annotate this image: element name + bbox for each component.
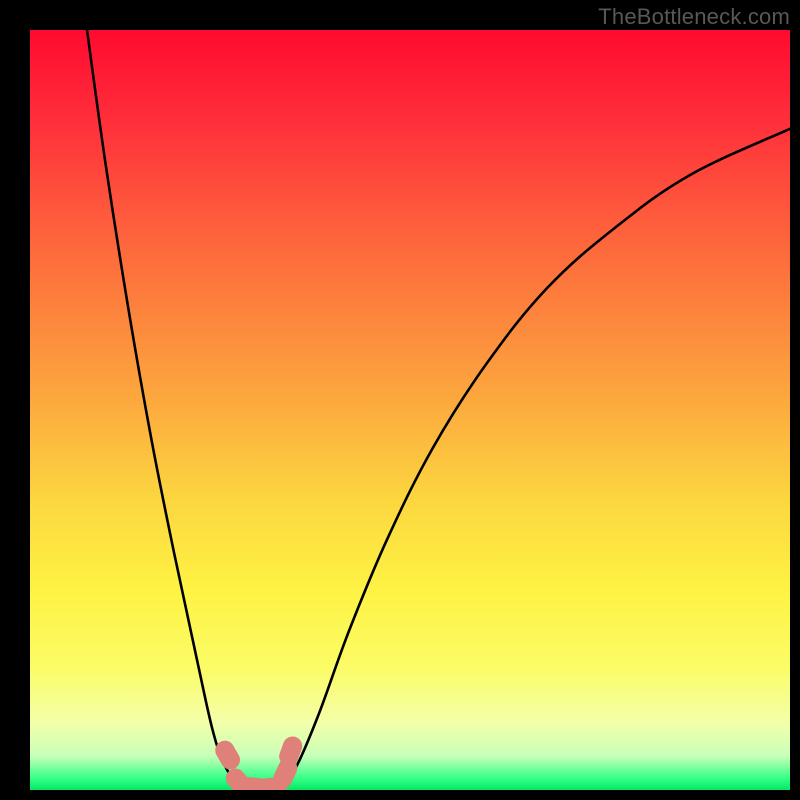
bottleneck-chart <box>30 30 790 790</box>
plot-outer <box>30 30 790 790</box>
gradient-background <box>30 30 790 790</box>
chart-frame: TheBottleneck.com <box>0 0 800 800</box>
watermark-text: TheBottleneck.com <box>598 4 790 30</box>
